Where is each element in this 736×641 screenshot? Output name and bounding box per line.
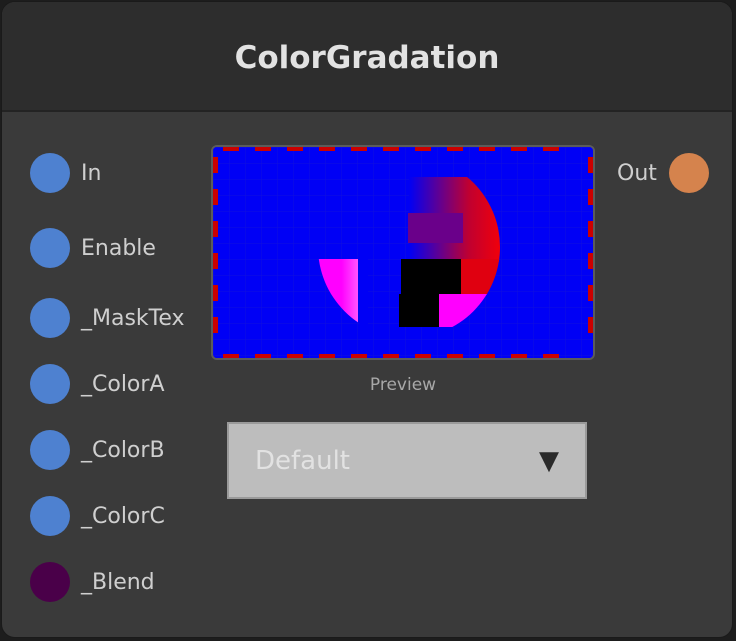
preview-image [211,145,595,360]
output-port-out[interactable]: Out [617,153,709,193]
preview-label: Preview [369,375,437,395]
port-in-dot[interactable] [30,153,70,193]
port-colorb-dot[interactable] [30,430,70,470]
port-blend-label: _Blend [81,569,155,595]
port-masktex-dot[interactable] [30,298,70,338]
input-port-enable[interactable]: Enable [30,228,156,268]
input-port-colorb[interactable]: _ColorB [30,430,165,470]
input-port-in[interactable]: In [30,153,101,193]
port-in-label: In [81,160,102,186]
port-colorb-label: _ColorB [81,437,165,463]
port-colorc-label: _ColorC [81,503,165,529]
node-title: ColorGradation [234,40,500,76]
input-port-blend[interactable]: _Blend [30,562,155,602]
port-masktex-label: _MaskTex [81,305,185,331]
preview-render [213,147,593,358]
mode-dropdown[interactable]: Default ▼ [227,422,587,499]
input-port-colorc[interactable]: _ColorC [30,496,165,536]
port-out-label: Out [617,160,657,186]
port-enable-label: Enable [81,235,156,261]
node-header[interactable]: ColorGradation [2,2,732,112]
input-port-masktex[interactable]: _MaskTex [30,298,185,338]
port-colora-label: _ColorA [81,371,165,397]
port-blend-dot[interactable] [30,562,70,602]
input-port-colora[interactable]: _ColorA [30,364,165,404]
port-out-dot[interactable] [668,153,709,193]
port-enable-dot[interactable] [30,228,70,268]
dropdown-value: Default [255,445,350,476]
port-colorc-dot[interactable] [30,496,70,536]
color-gradation-node[interactable]: ColorGradation In Enable _MaskTex _Color… [1,1,733,638]
port-colora-dot[interactable] [30,364,70,404]
chevron-down-icon[interactable]: ▼ [539,448,559,474]
